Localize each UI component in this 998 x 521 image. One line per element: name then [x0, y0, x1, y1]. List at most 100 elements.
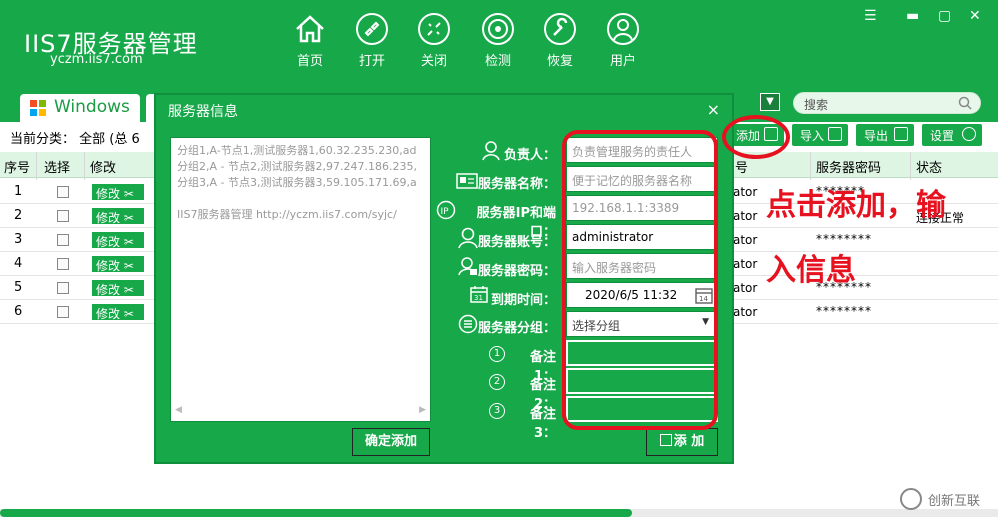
nav-close-button[interactable]: 关闭	[404, 12, 464, 74]
row-edit-button[interactable]: 修改 ✂	[92, 304, 144, 321]
header-edit: 修改	[90, 161, 117, 176]
row-edit-button[interactable]: 修改 ✂	[92, 184, 144, 201]
row-seq: 3	[14, 232, 23, 247]
horizontal-scroll-thumb[interactable]	[0, 509, 632, 517]
row-seq: 1	[14, 184, 23, 199]
confirm-add-button[interactable]: 确定添加	[352, 428, 430, 456]
search-placeholder: 搜索	[804, 98, 829, 112]
ip-icon: IP	[436, 200, 456, 220]
nav-restore-button[interactable]: 恢复	[530, 12, 590, 74]
category-dropdown-arrow[interactable]: ▼	[760, 93, 780, 111]
add-square-icon	[659, 434, 672, 446]
watermark-text: 创新互联	[928, 494, 981, 509]
bulk-import-textarea[interactable]: 分组1,A-节点1,测试服务器1,60.32.235.230,ad 分组2,A …	[170, 137, 431, 422]
row-account: ator	[733, 305, 758, 319]
row-edit-label: 修改	[96, 307, 121, 321]
nav-open-button[interactable]: 打开	[342, 12, 402, 74]
label-account: 服务器账号：	[478, 235, 557, 250]
lock-person-icon	[458, 257, 477, 276]
menu-icon[interactable]: ☰	[864, 8, 877, 24]
row-edit-label: 修改	[96, 235, 121, 249]
header-password: 服务器密码	[816, 161, 882, 176]
row-checkbox[interactable]	[57, 210, 69, 222]
row-account: ator	[733, 185, 758, 199]
export-button-label: 导出	[864, 129, 889, 143]
group-list-icon	[458, 314, 478, 334]
nav-home-button[interactable]: 首页	[280, 12, 340, 74]
row-account: ator	[733, 257, 758, 271]
textarea-line: 分组3,A - 节点3,测试服务器3,59.105.171.69,a	[177, 176, 417, 189]
annotation-text-line2: 入信息	[766, 253, 856, 288]
settings-button-label: 设置	[930, 129, 955, 143]
row-edit-label: 修改	[96, 187, 121, 201]
account-icon	[458, 227, 478, 249]
calendar-icon: 31	[470, 286, 488, 303]
export-icon	[894, 127, 908, 141]
row-account: ator	[733, 281, 758, 295]
watermark: 创新互联	[898, 486, 994, 512]
import-button-label: 导入	[800, 129, 825, 143]
dialog-add-button[interactable]: 添 加	[646, 428, 718, 456]
label-owner: 负责人：	[503, 148, 556, 163]
header-select: 选择	[44, 161, 71, 176]
nav-close-label: 关闭	[420, 54, 447, 69]
scroll-right-icon[interactable]: ▶	[419, 405, 426, 415]
row-password: ********	[816, 304, 872, 318]
label-expiry: 到期时间：	[490, 293, 556, 308]
tab-windows-label: Windows	[54, 97, 130, 117]
remark2-number-icon: 2	[489, 374, 505, 390]
row-edit-button[interactable]: 修改 ✂	[92, 280, 144, 297]
row-edit-button[interactable]: 修改 ✂	[92, 232, 144, 249]
row-edit-button[interactable]: 修改 ✂	[92, 208, 144, 225]
row-checkbox[interactable]	[57, 306, 69, 318]
search-icon[interactable]	[958, 96, 972, 110]
row-checkbox[interactable]	[57, 282, 69, 294]
row-seq: 4	[14, 256, 23, 271]
header-seq: 序号	[4, 161, 31, 176]
search-input[interactable]: 搜索	[793, 92, 981, 114]
annotation-highlight-rect	[562, 130, 718, 430]
id-card-icon	[456, 173, 478, 189]
row-checkbox[interactable]	[57, 234, 69, 246]
gear-icon	[962, 127, 976, 141]
label-group: 服务器分组：	[478, 321, 557, 336]
nav-user-label: 用户	[609, 54, 636, 69]
row-edit-label: 修改	[96, 211, 121, 225]
nav-user-button[interactable]: 用户	[593, 12, 653, 74]
row-checkbox[interactable]	[57, 186, 69, 198]
row-checkbox[interactable]	[57, 258, 69, 270]
row-edit-label: 修改	[96, 283, 121, 297]
row-edit-label: 修改	[96, 259, 121, 273]
row-seq: 6	[14, 304, 23, 319]
row-edit-button[interactable]: 修改 ✂	[92, 256, 144, 273]
close-window-icon[interactable]: ✕	[969, 8, 981, 24]
dialog-add-label: 添 加	[673, 434, 705, 449]
unlink-icon	[418, 13, 450, 45]
import-button[interactable]: 导入	[792, 124, 848, 146]
header-account: 号	[735, 161, 749, 176]
textarea-line: IIS7服务器管理 http://yczm.iis7.com/syjc/	[177, 208, 397, 221]
category-summary: 当前分类： 全部 (总 6	[10, 132, 140, 147]
nav-detect-button[interactable]: 检测	[468, 12, 528, 74]
tab-windows[interactable]: Windows	[20, 94, 140, 122]
dialog-close-icon[interactable]: ×	[707, 100, 720, 119]
nav-detect-label: 检测	[484, 54, 511, 69]
minimize-icon[interactable]: ▬	[906, 8, 919, 24]
header-status: 状态	[916, 161, 943, 176]
label-remark3: 备注3：	[529, 407, 556, 441]
svg-text:IP: IP	[441, 207, 450, 217]
import-icon	[828, 127, 842, 141]
app-window: IIS7服务器管理 yczm.iis7.com 首页 打开 关闭 检测 恢复 用…	[0, 0, 998, 521]
svg-text:31: 31	[474, 294, 483, 302]
row-account: ator	[733, 209, 758, 223]
row-account: ator	[733, 233, 758, 247]
user-icon	[607, 13, 639, 45]
scroll-left-icon[interactable]: ◀	[175, 405, 182, 415]
maximize-icon[interactable]: ▢	[938, 8, 951, 24]
monitor-icon	[482, 13, 514, 45]
export-button[interactable]: 导出	[856, 124, 914, 146]
settings-button[interactable]: 设置	[922, 124, 982, 146]
remark1-number-icon: 1	[489, 346, 505, 362]
label-server-name: 服务器名称：	[478, 177, 557, 192]
row-seq: 5	[14, 280, 23, 295]
